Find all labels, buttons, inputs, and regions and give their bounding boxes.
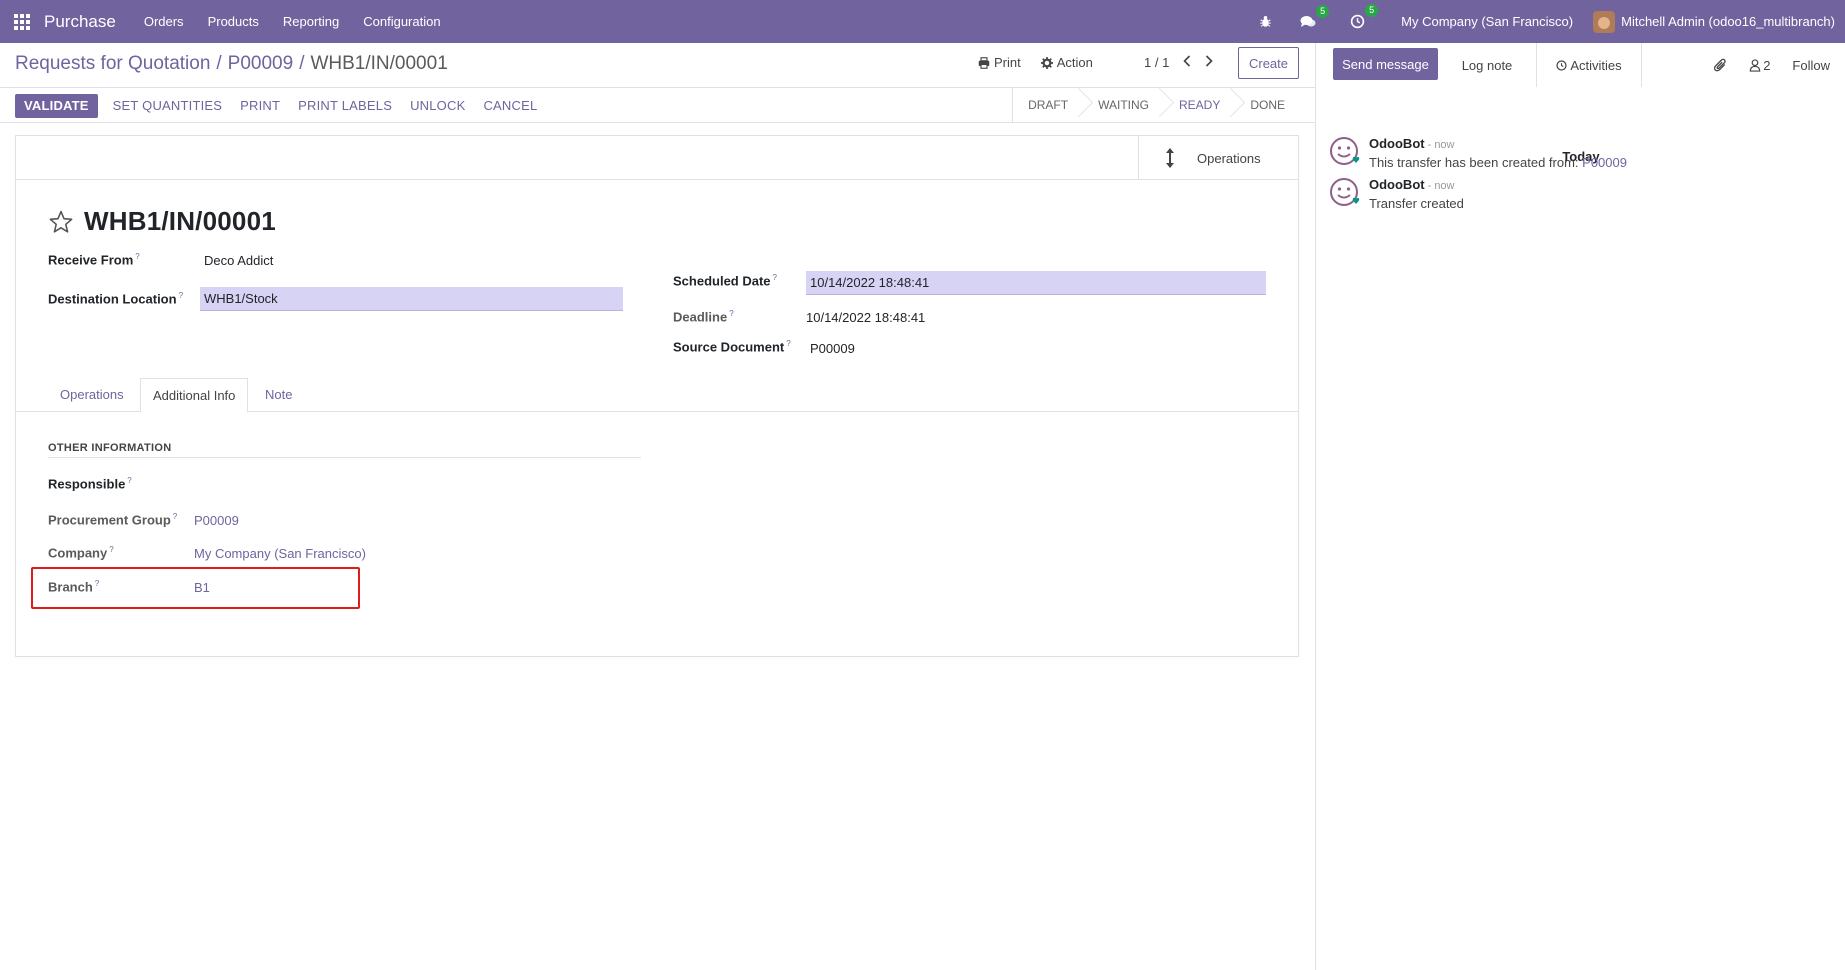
vertical-arrows-icon	[1166, 148, 1174, 168]
followers-button[interactable]: 2	[1749, 58, 1770, 73]
odoobot-avatar-icon	[1330, 178, 1360, 206]
action-menu-button[interactable]: Action	[1040, 55, 1093, 70]
print-labels-button[interactable]: PRINT LABELS	[289, 94, 401, 118]
menu-products[interactable]: Products	[196, 0, 271, 43]
log-note-button[interactable]: Log note	[1438, 43, 1536, 87]
action-label: Action	[1056, 55, 1093, 70]
message-author[interactable]: OdooBot	[1369, 136, 1425, 151]
company-field[interactable]: My Company (San Francisco)	[194, 546, 366, 561]
source-document-label: Source Document?	[673, 339, 791, 355]
stage-draft[interactable]: DRAFT	[1013, 88, 1083, 122]
send-message-button[interactable]: Send message	[1333, 48, 1438, 80]
branch-annotation-box	[31, 567, 360, 609]
receive-from-label: Receive From?	[48, 252, 140, 268]
stage-done[interactable]: DONE	[1235, 88, 1300, 122]
menu-orders[interactable]: Orders	[132, 0, 196, 43]
cancel-button[interactable]: CANCEL	[474, 94, 546, 118]
breadcrumb-po[interactable]: P00009	[228, 53, 294, 74]
scheduled-date-field[interactable]: 10/14/2022 18:48:41	[806, 271, 1266, 295]
pager-value[interactable]: 1 / 1	[1144, 55, 1169, 70]
apps-menu-icon[interactable]	[0, 0, 44, 43]
print-label: Print	[994, 55, 1021, 70]
procurement-group-label: Procurement Group?	[48, 512, 178, 528]
tab-additional-info[interactable]: Additional Info	[140, 378, 249, 413]
set-quantities-button[interactable]: SET QUANTITIES	[104, 94, 231, 118]
notebook-tabs: Operations Additional Info Note	[16, 378, 1298, 413]
odoobot-avatar-icon	[1330, 137, 1360, 165]
activities-badge: 5	[1365, 4, 1379, 17]
source-document-field[interactable]: P00009	[810, 341, 855, 356]
tab-note[interactable]: Note	[253, 378, 304, 413]
message-author[interactable]: OdooBot	[1369, 177, 1425, 192]
breadcrumb-current: WHB1/IN/00001	[310, 53, 448, 74]
status-bar: VALIDATE SET QUANTITIES PRINT PRINT LABE…	[0, 87, 1315, 123]
breadcrumb-separator: /	[299, 53, 305, 74]
pager-previous-icon[interactable]	[1183, 55, 1191, 70]
message-link[interactable]: P00009	[1582, 155, 1627, 170]
activities-label: Activities	[1570, 57, 1622, 73]
messages-icon[interactable]: 5	[1300, 4, 1330, 29]
print-button[interactable]: PRINT	[231, 94, 289, 118]
attachment-paperclip-icon[interactable]	[1714, 58, 1727, 73]
smart-button-box: Operations	[16, 136, 1298, 180]
clock-icon	[1556, 59, 1567, 71]
app-brand[interactable]: Purchase	[44, 12, 116, 32]
user-avatar[interactable]	[1593, 10, 1616, 33]
procurement-group-field[interactable]: P00009	[194, 513, 239, 528]
top-navbar: Purchase Orders Products Reporting Confi…	[0, 0, 1845, 43]
chatter-panel: Send message Log note Activities 2 Follo…	[1315, 43, 1845, 970]
destination-location-label: Destination Location?	[48, 291, 184, 307]
responsible-label: Responsible?	[48, 476, 132, 492]
control-panel: Requests for Quotation / P00009/WHB1/IN/00…	[0, 43, 1315, 87]
gear-icon	[1040, 56, 1053, 69]
operations-smart-button-label: Operations	[1197, 150, 1261, 166]
message-time: - now	[1427, 139, 1455, 151]
menu-reporting[interactable]: Reporting	[271, 0, 351, 43]
record-title: WHB1/IN/00001	[84, 206, 276, 236]
message-time: - now	[1427, 180, 1455, 192]
stage-waiting[interactable]: WAITING	[1083, 88, 1164, 122]
chatter-topbar: Send message Log note Activities 2 Follo…	[1316, 43, 1845, 87]
print-menu-button[interactable]: Print	[978, 55, 1021, 70]
tab-operations[interactable]: Operations	[48, 378, 136, 413]
create-button[interactable]: Create	[1238, 47, 1299, 79]
star-icon[interactable]	[48, 210, 74, 234]
breadcrumb: Requests for Quotation / P00009/WHB1/IN/00…	[15, 53, 448, 75]
printer-icon	[978, 56, 990, 69]
activities-clock-icon[interactable]: 5	[1350, 4, 1379, 29]
followers-count: 2	[1763, 57, 1771, 73]
unlock-button[interactable]: UNLOCK	[401, 94, 474, 118]
destination-location-field[interactable]: WHB1/Stock	[200, 287, 623, 311]
company-label: Company?	[48, 545, 114, 561]
other-information-heading: OTHER INFORMATION	[48, 442, 172, 454]
message-body: Transfer created	[1369, 196, 1464, 211]
user-icon	[1749, 58, 1761, 72]
breadcrumb-rfq[interactable]: Requests for Quotation	[15, 53, 210, 74]
follow-button[interactable]: Follow	[1792, 58, 1830, 73]
deadline-field: 10/14/2022 18:48:41	[806, 310, 926, 325]
receive-from-field[interactable]: Deco Addict	[204, 253, 273, 268]
scheduled-date-label: Scheduled Date?	[673, 273, 777, 289]
pager-next-icon[interactable]	[1205, 55, 1213, 70]
message-body: This transfer has been created from:	[1369, 155, 1583, 170]
messages-badge: 5	[1316, 4, 1330, 18]
debug-bug-icon[interactable]	[1259, 15, 1272, 28]
menu-configuration[interactable]: Configuration	[351, 0, 452, 43]
section-divider	[48, 457, 641, 458]
deadline-label: Deadline?	[673, 309, 734, 325]
stage-pipeline: DRAFT WAITING READY DONE	[1012, 88, 1300, 122]
company-switcher[interactable]: My Company (San Francisco)	[1401, 14, 1573, 29]
operations-smart-button[interactable]: Operations	[1138, 136, 1298, 180]
pager: 1 / 1	[1144, 55, 1213, 70]
user-menu[interactable]: Mitchell Admin (odoo16_multibranch)	[1621, 14, 1835, 29]
activities-button[interactable]: Activities	[1536, 43, 1642, 87]
breadcrumb-separator: /	[216, 53, 222, 74]
stage-ready[interactable]: READY	[1164, 88, 1235, 122]
validate-button[interactable]: VALIDATE	[15, 94, 98, 118]
